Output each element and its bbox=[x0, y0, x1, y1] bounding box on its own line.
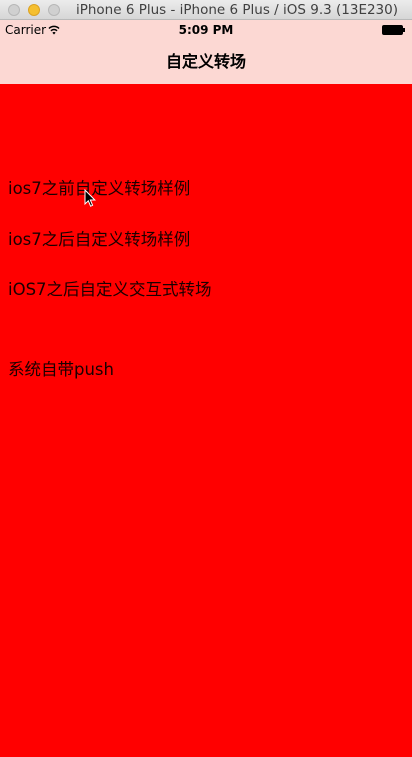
menu-item-system-push[interactable]: 系统自带push bbox=[8, 359, 114, 381]
window-titlebar: iPhone 6 Plus - iPhone 6 Plus / iOS 9.3 … bbox=[0, 0, 412, 20]
minimize-window-button[interactable] bbox=[28, 4, 40, 16]
ios-status-bar: Carrier 5:09 PM bbox=[0, 20, 412, 40]
zoom-window-button[interactable] bbox=[48, 4, 60, 16]
window-title: iPhone 6 Plus - iPhone 6 Plus / iOS 9.3 … bbox=[75, 2, 399, 18]
nav-title: 自定义转场 bbox=[165, 52, 246, 71]
navigation-bar: 自定义转场 bbox=[0, 40, 412, 84]
menu-item-pre-ios7-transition[interactable]: ios7之前自定义转场样例 bbox=[8, 178, 190, 200]
menu-item-post-ios7-transition[interactable]: ios7之后自定义转场样例 bbox=[8, 229, 190, 251]
close-window-button[interactable] bbox=[8, 4, 20, 16]
menu-item-interactive-transition[interactable]: iOS7之后自定义交互式转场 bbox=[8, 279, 212, 301]
simulator-window: iPhone 6 Plus - iPhone 6 Plus / iOS 9.3 … bbox=[0, 0, 412, 757]
status-time: 5:09 PM bbox=[178, 23, 234, 37]
battery-icon bbox=[382, 25, 405, 35]
